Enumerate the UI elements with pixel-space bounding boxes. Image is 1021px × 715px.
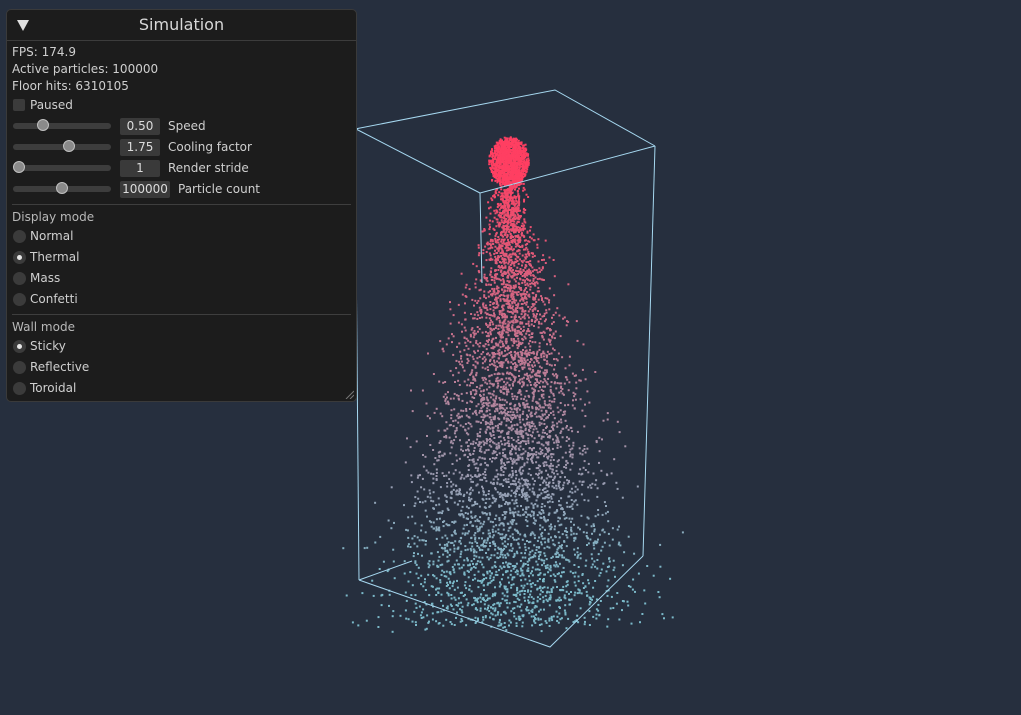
- wall-mode-toroidal-radio[interactable]: [13, 382, 26, 395]
- paused-label: Paused: [30, 98, 73, 112]
- speed-value[interactable]: 0.50: [120, 118, 160, 135]
- particle-cloud: [342, 136, 684, 633]
- wall-mode-sticky-radio[interactable]: [13, 340, 26, 353]
- active-particles-readout: Active particles: 100000: [12, 62, 159, 76]
- display-mode-mass-label: Mass: [30, 271, 61, 285]
- speed-slider-knob[interactable]: [37, 119, 50, 131]
- cooling-factor-slider[interactable]: [13, 140, 111, 152]
- wall-mode-reflective-label: Reflective: [30, 360, 90, 374]
- cooling-factor-value[interactable]: 1.75: [120, 139, 160, 156]
- display-mode-confetti-radio[interactable]: [13, 293, 26, 306]
- separator: [12, 314, 351, 315]
- panel-titlebar[interactable]: Simulation: [7, 10, 356, 41]
- cooling-factor-slider-knob[interactable]: [62, 140, 75, 152]
- separator: [12, 204, 351, 205]
- wall-mode-reflective-radio[interactable]: [13, 361, 26, 374]
- render-stride-slider-knob[interactable]: [13, 161, 25, 173]
- render-stride-label: Render stride: [168, 161, 249, 175]
- particle-count-value[interactable]: 100000: [120, 181, 170, 198]
- cooling-factor-label: Cooling factor: [168, 140, 252, 154]
- render-stride-slider[interactable]: [13, 161, 111, 173]
- display-mode-confetti-label: Confetti: [30, 292, 78, 306]
- floor-hits-readout: Floor hits: 6310105: [12, 79, 129, 93]
- display-mode-normal-label: Normal: [30, 229, 74, 243]
- particle-count-label: Particle count: [178, 182, 261, 196]
- display-mode-thermal-radio[interactable]: [13, 251, 26, 264]
- panel-title: Simulation: [138, 15, 225, 34]
- resize-grip-icon[interactable]: [344, 389, 354, 399]
- simulation-panel: Simulation FPS: 174.9 Active particles: …: [6, 9, 357, 402]
- display-mode-title: Display mode: [12, 210, 95, 224]
- display-mode-normal-radio[interactable]: [13, 230, 26, 243]
- particle-count-slider[interactable]: [13, 182, 111, 194]
- wall-mode-toroidal-label: Toroidal: [30, 381, 77, 395]
- speed-slider[interactable]: [13, 119, 111, 131]
- fps-readout: FPS: 174.9: [12, 45, 76, 59]
- paused-checkbox[interactable]: [13, 99, 25, 111]
- particle-count-slider-knob[interactable]: [56, 182, 68, 194]
- wall-mode-title: Wall mode: [12, 320, 75, 334]
- display-mode-thermal-label: Thermal: [30, 250, 80, 264]
- display-mode-mass-radio[interactable]: [13, 272, 26, 285]
- speed-label: Speed: [168, 119, 206, 133]
- render-stride-value[interactable]: 1: [120, 160, 160, 177]
- wall-mode-sticky-label: Sticky: [30, 339, 66, 353]
